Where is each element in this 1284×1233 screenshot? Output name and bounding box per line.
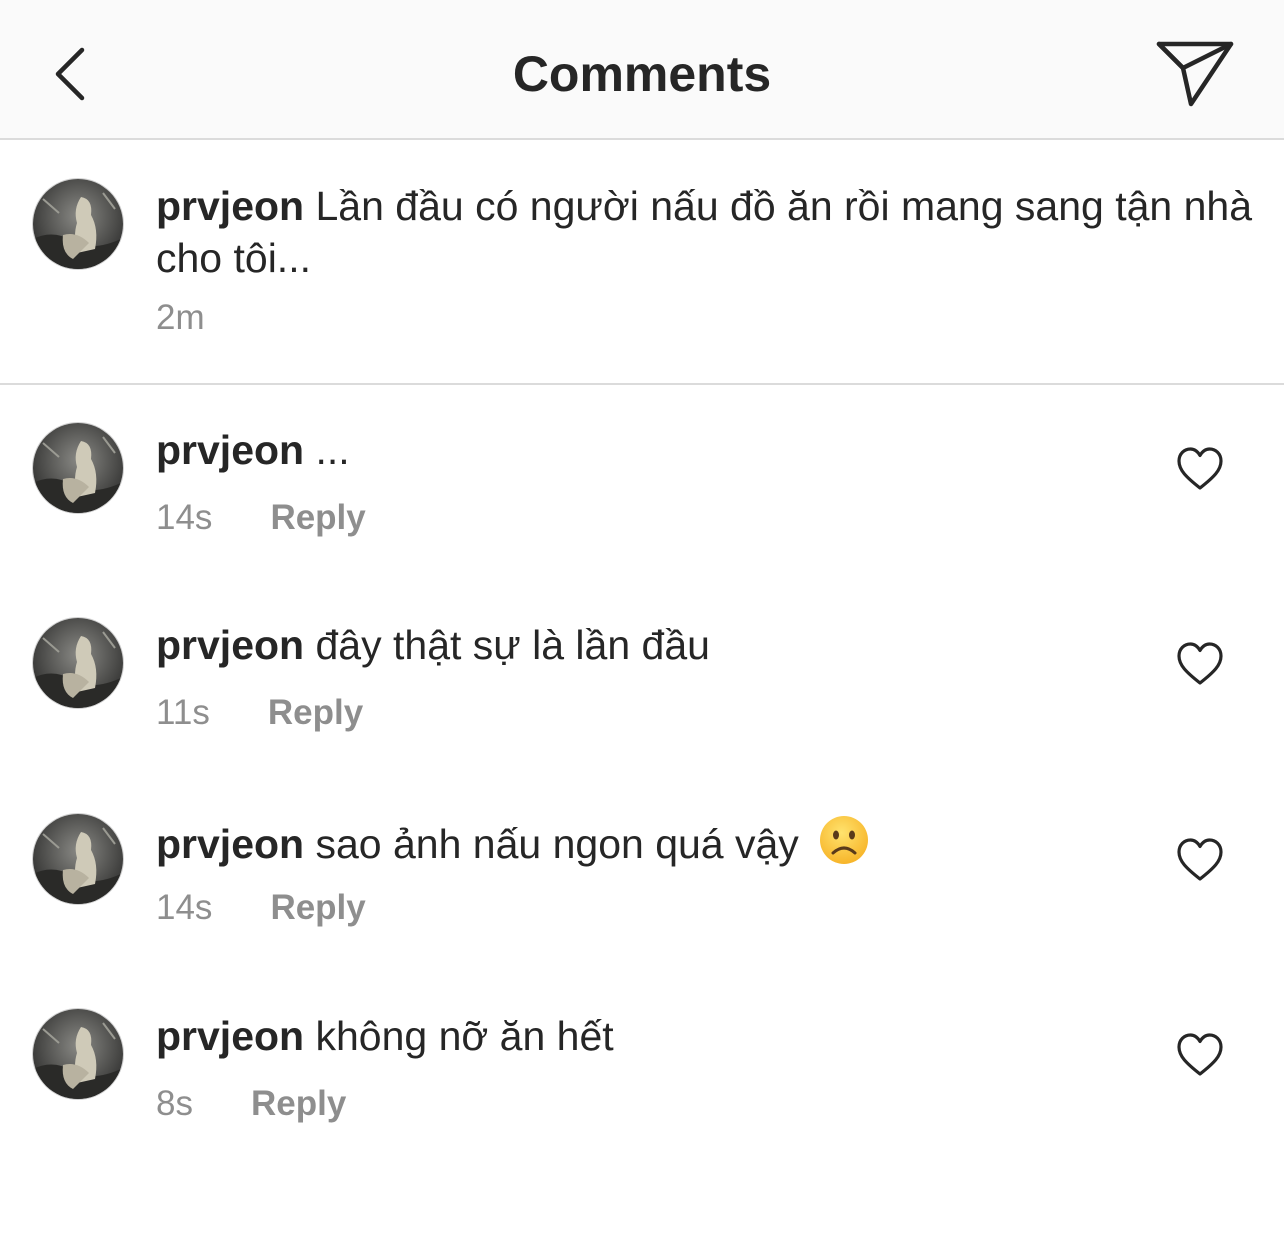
- comment-text: prvjeon ...: [156, 424, 350, 476]
- reply-button[interactable]: Reply: [270, 888, 365, 928]
- comment-meta: 8s Reply: [156, 1084, 346, 1124]
- username-link[interactable]: prvjeon: [156, 821, 304, 867]
- username-link[interactable]: prvjeon: [156, 183, 304, 229]
- comment-text: prvjeon không nỡ ăn hết: [156, 1010, 614, 1062]
- reply-button[interactable]: Reply: [270, 498, 365, 538]
- comment-text: prvjeon sao ảnh nấu ngon quá vậy: [156, 814, 870, 870]
- timestamp: 11s: [156, 693, 210, 732]
- post-caption: prvjeon Lần đầu có người nấu đồ ăn rồi m…: [0, 140, 1284, 385]
- comment-body: không nỡ ăn hết: [315, 1013, 614, 1059]
- caption-meta: 2m: [156, 298, 205, 338]
- comment-meta: 14s Reply: [156, 498, 366, 538]
- caption-text: prvjeon Lần đầu có người nấu đồ ăn rồi m…: [156, 180, 1256, 284]
- comment-body: sao ảnh nấu ngon quá vậy: [315, 821, 799, 867]
- heart-icon[interactable]: [1176, 641, 1224, 687]
- comment-body: ...: [315, 427, 350, 473]
- comment-body: đây thật sự là lần đầu: [315, 622, 710, 668]
- timestamp: 8s: [156, 1084, 193, 1123]
- reply-button[interactable]: Reply: [268, 693, 363, 733]
- timestamp: 14s: [156, 498, 213, 537]
- avatar[interactable]: [32, 178, 124, 270]
- username-link[interactable]: prvjeon: [156, 427, 304, 473]
- avatar[interactable]: [32, 617, 124, 709]
- heart-icon[interactable]: [1176, 837, 1224, 883]
- timestamp: 14s: [156, 888, 213, 927]
- comment-meta: 14s Reply: [156, 888, 366, 928]
- reply-button[interactable]: Reply: [251, 1084, 346, 1124]
- paper-plane-icon: [1156, 41, 1234, 107]
- frowning-face-emoji-icon: [820, 816, 869, 864]
- header-bar: Comments: [0, 0, 1284, 140]
- heart-icon[interactable]: [1176, 446, 1224, 492]
- avatar[interactable]: [32, 1008, 124, 1100]
- timestamp: 2m: [156, 298, 205, 337]
- username-link[interactable]: prvjeon: [156, 622, 304, 668]
- username-link[interactable]: prvjeon: [156, 1013, 304, 1059]
- comment-meta: 11s Reply: [156, 693, 363, 733]
- avatar[interactable]: [32, 422, 124, 514]
- caption-body: Lần đầu có người nấu đồ ăn rồi mang sang…: [156, 183, 1253, 281]
- comment-text: prvjeon đây thật sự là lần đầu: [156, 619, 710, 671]
- share-button[interactable]: [1150, 34, 1240, 112]
- avatar[interactable]: [32, 813, 124, 905]
- heart-icon[interactable]: [1176, 1032, 1224, 1078]
- page-title: Comments: [512, 46, 772, 102]
